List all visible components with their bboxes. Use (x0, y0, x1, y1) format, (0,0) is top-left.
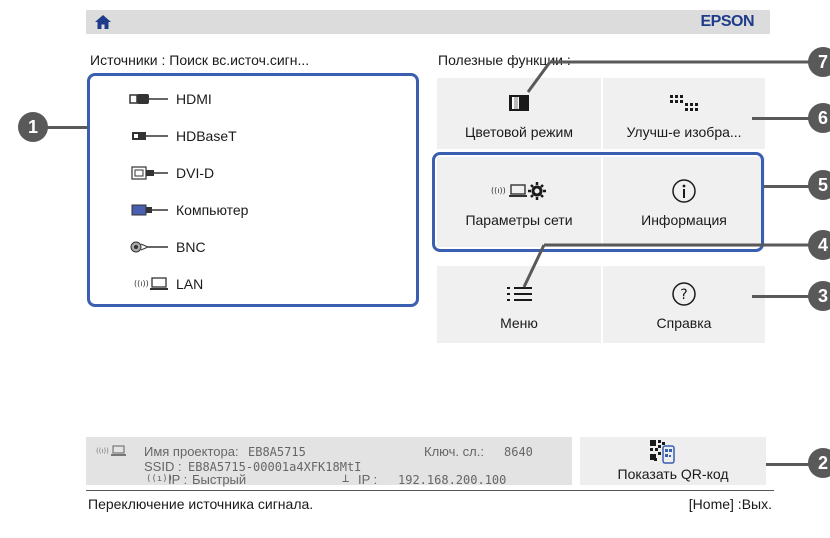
qr-code-icon (650, 440, 675, 464)
callout-7: 7 (808, 47, 830, 77)
status-message: Переключение источника сигнала. (88, 496, 314, 512)
source-item-hdbaset[interactable]: HDBaseT (126, 121, 386, 151)
key-label: Ключ. сл.: (424, 444, 484, 459)
callout-line-3 (752, 295, 814, 298)
source-item-lan[interactable]: ((ı)) LAN (126, 269, 386, 299)
sources-list: HDMI HDBaseT DVI-D Компьютер BNC ((ı)) L… (86, 72, 422, 304)
callout-5: 5 (808, 170, 830, 200)
vga-connector-icon (126, 202, 170, 218)
lan-status-icon: ((ı)) (96, 445, 126, 456)
callout-4: 4 (808, 230, 830, 260)
wired-ip-label: IP : (358, 472, 378, 487)
wireless-ip-value: Быстрый (192, 472, 247, 487)
callout-2: 2 (808, 448, 830, 478)
callout-line-5 (764, 185, 814, 188)
callout-6: 6 (808, 103, 830, 133)
top-bar: EPSON (86, 10, 770, 34)
callout-line-4 (522, 243, 810, 288)
wireless-ip-label: IP : (168, 472, 188, 487)
lan-network-icon: ((ı)) (126, 276, 170, 292)
brand-logo: EPSON (700, 13, 754, 30)
wired-icon: ⊥ (342, 471, 350, 485)
callout-1: 1 (18, 112, 48, 142)
home-icon[interactable] (94, 13, 112, 31)
svg-text:((ı)): ((ı)) (96, 447, 109, 455)
bnc-connector-icon (126, 239, 170, 255)
svg-text:((ı)): ((ı)) (134, 279, 149, 288)
source-item-computer[interactable]: Компьютер (126, 195, 386, 225)
source-item-dvi[interactable]: DVI-D (126, 158, 386, 188)
wired-ip-value: 192.168.200.100 (398, 473, 507, 487)
show-qr-code-button[interactable]: Показать QR-код (580, 437, 766, 485)
hdmi-connector-icon (126, 91, 170, 107)
projector-name-label: Имя проектора: (144, 444, 239, 459)
network-info-panel: ((ı)) Имя проектора: EB8A5715 Ключ. сл.:… (86, 437, 572, 487)
source-item-bnc[interactable]: BNC (126, 232, 386, 262)
qr-label: Показать QR-код (617, 466, 729, 482)
source-item-hdmi[interactable]: HDMI (126, 84, 386, 114)
sources-heading: Источники : Поиск вс.источ.сигн... (90, 52, 310, 68)
projector-name-value: EB8A5715 (248, 445, 306, 459)
dvi-connector-icon (126, 165, 170, 181)
status-divider (86, 490, 774, 491)
callout-line-6 (752, 117, 814, 120)
hdbaset-connector-icon (126, 128, 170, 144)
key-value: 8640 (504, 445, 533, 459)
exit-hint: [Home] :Вых. (688, 496, 772, 512)
callout-line-1 (42, 126, 88, 129)
callout-line-7 (526, 60, 810, 93)
